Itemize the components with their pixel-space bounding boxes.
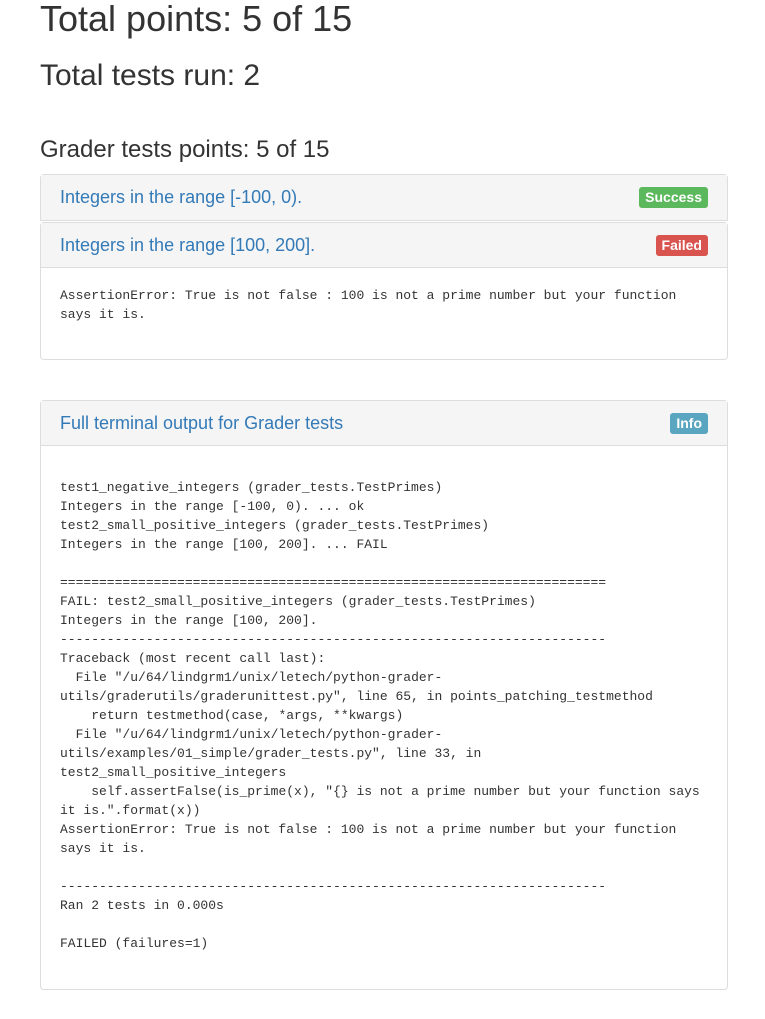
test-error-output: AssertionError: True is not false : 100 … (60, 288, 677, 322)
terminal-title-link[interactable]: Full terminal output for Grader tests (60, 413, 343, 434)
terminal-panel-heading[interactable]: Full terminal output for Grader tests In… (41, 401, 727, 446)
test-panel-heading[interactable]: Integers in the range [-100, 0). Success (41, 175, 727, 220)
terminal-output-text: test1_negative_integers (grader_tests.Te… (60, 480, 700, 951)
status-badge-info: Info (670, 412, 708, 434)
test-title-link[interactable]: Integers in the range [-100, 0). (60, 187, 302, 208)
terminal-panel-body: test1_negative_integers (grader_tests.Te… (41, 446, 727, 953)
test-panel-positive-integers: Integers in the range [100, 200]. Failed… (40, 222, 728, 360)
total-tests-heading: Total tests run: 2 (40, 59, 261, 92)
test-panel-body: AssertionError: True is not false : 100 … (41, 268, 727, 324)
test-panel-negative-integers: Integers in the range [-100, 0). Success (40, 174, 728, 221)
terminal-output-panel: Full terminal output for Grader tests In… (40, 400, 728, 990)
total-points-heading: Total points: 5 of 15 (40, 0, 353, 39)
status-badge-success: Success (639, 187, 708, 208)
grader-points-heading: Grader tests points: 5 of 15 (40, 136, 330, 163)
status-badge-failed: Failed (655, 234, 708, 256)
test-title-link[interactable]: Integers in the range [100, 200]. (60, 235, 315, 256)
test-panel-heading[interactable]: Integers in the range [100, 200]. Failed (41, 223, 727, 268)
